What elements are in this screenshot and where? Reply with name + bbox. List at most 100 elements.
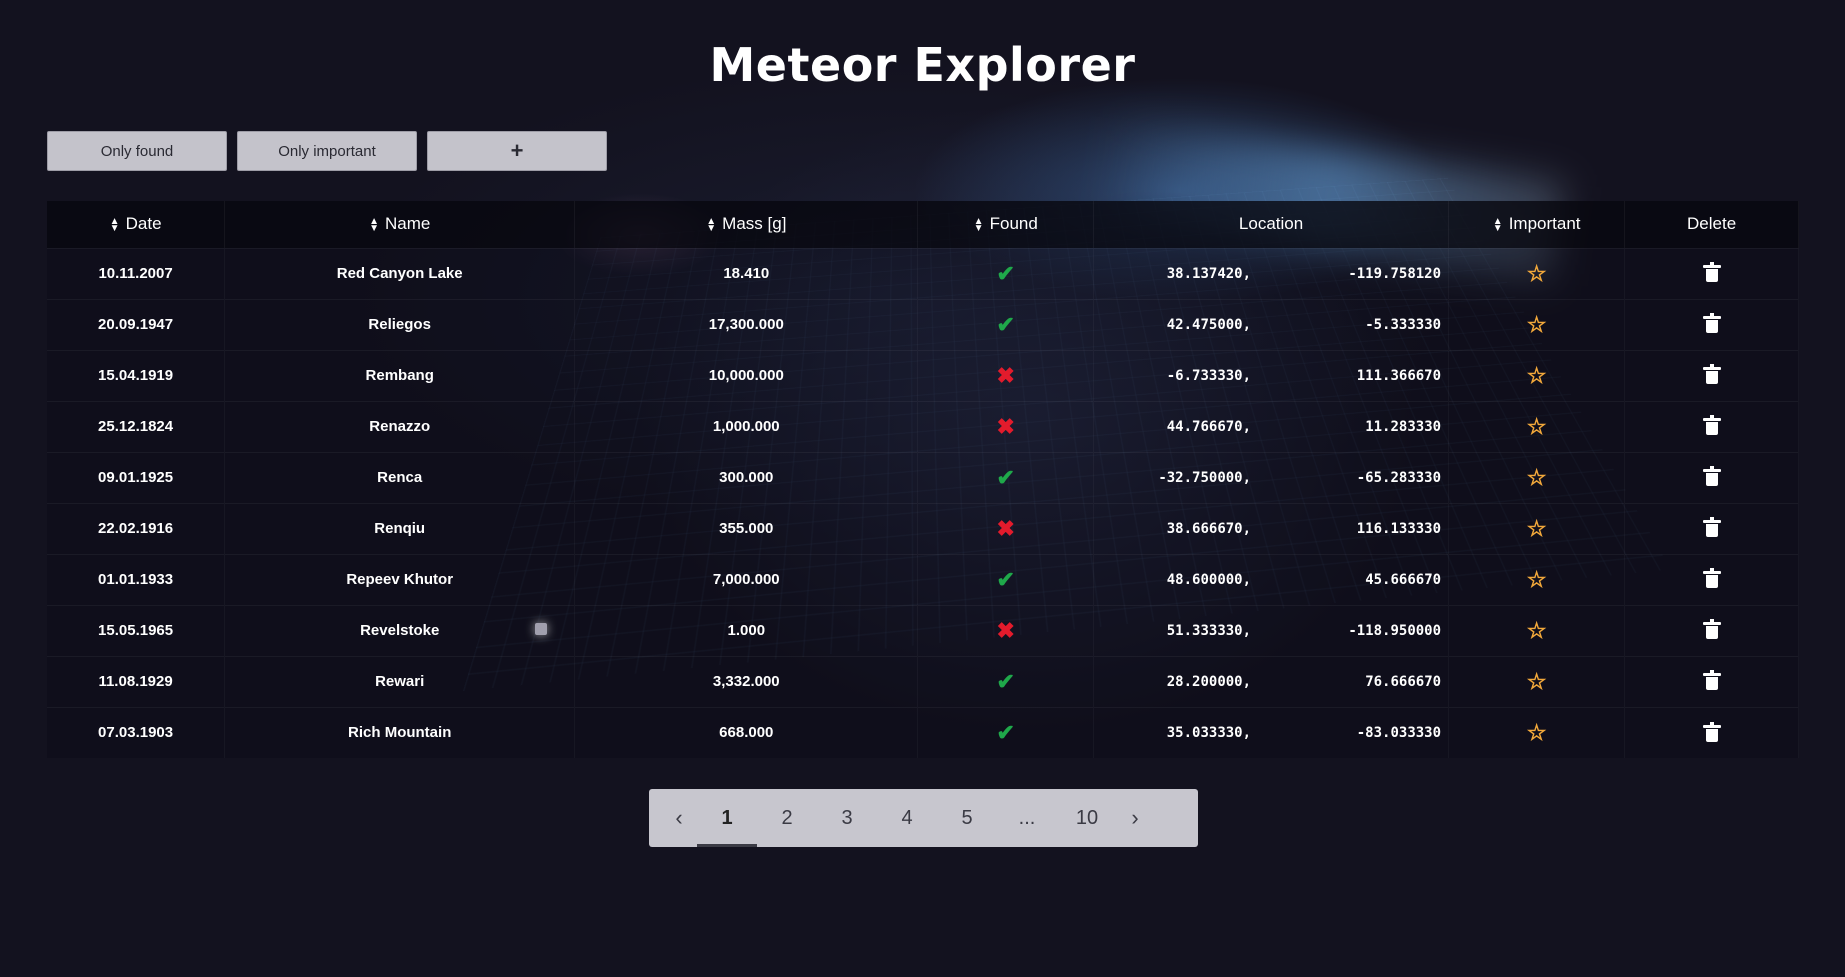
cross-icon: ✖ bbox=[996, 618, 1014, 643]
sort-icon: ▲ ▼ bbox=[706, 218, 716, 232]
page-3[interactable]: 3 bbox=[817, 789, 877, 847]
column-important[interactable]: ▲ ▼ Important bbox=[1449, 201, 1625, 248]
column-date[interactable]: ▲ ▼ Date bbox=[47, 201, 225, 248]
longitude: 11.283330 bbox=[1251, 419, 1441, 435]
cell-important: ☆ bbox=[1449, 452, 1625, 503]
page-5[interactable]: 5 bbox=[937, 789, 997, 847]
longitude: -65.283330 bbox=[1251, 470, 1441, 486]
cell-name: Reliegos bbox=[225, 299, 575, 350]
latitude: 48.600000, bbox=[1101, 572, 1251, 588]
star-outline-icon[interactable]: ☆ bbox=[1527, 567, 1547, 592]
latitude: 28.200000, bbox=[1101, 674, 1251, 690]
trash-icon[interactable] bbox=[1705, 725, 1719, 742]
cell-name: Rewari bbox=[225, 656, 575, 707]
star-outline-icon[interactable]: ☆ bbox=[1527, 414, 1547, 439]
table-row: 15.04.1919 Rembang 10,000.000 ✖ -6.733330, 11… bbox=[47, 350, 1799, 401]
trash-icon[interactable] bbox=[1705, 469, 1719, 486]
trash-icon[interactable] bbox=[1705, 265, 1719, 282]
cell-found: ✔ bbox=[918, 248, 1094, 299]
column-location: Location bbox=[1094, 201, 1449, 248]
cell-important: ☆ bbox=[1449, 350, 1625, 401]
latitude: 35.033330, bbox=[1101, 725, 1251, 741]
cell-mass: 300.000 bbox=[575, 452, 918, 503]
cell-important: ☆ bbox=[1449, 401, 1625, 452]
page-title: Meteor Explorer bbox=[0, 38, 1845, 92]
star-outline-icon[interactable]: ☆ bbox=[1527, 312, 1547, 337]
trash-icon[interactable] bbox=[1705, 316, 1719, 333]
add-button[interactable]: + bbox=[427, 131, 607, 171]
longitude: -118.950000 bbox=[1251, 623, 1441, 639]
pagination: ‹ 1 2 3 4 5 ... 10 › bbox=[649, 789, 1198, 847]
cell-location: 38.137420, -119.758120 bbox=[1094, 248, 1449, 299]
column-name[interactable]: ▲ ▼ Name bbox=[225, 201, 575, 248]
table-row: 01.01.1933 Repeev Khutor 7,000.000 ✔ 48.6000… bbox=[47, 554, 1799, 605]
trash-icon[interactable] bbox=[1705, 673, 1719, 690]
cell-date: 15.05.1965 bbox=[47, 605, 225, 656]
trash-icon[interactable] bbox=[1705, 520, 1719, 537]
longitude: 76.666670 bbox=[1251, 674, 1441, 690]
check-icon: ✔ bbox=[996, 669, 1014, 694]
latitude: -32.750000, bbox=[1101, 470, 1251, 486]
table-row: 15.05.1965 Revelstoke 1.000 ✖ 51.333330, -118… bbox=[47, 605, 1799, 656]
cell-location: 38.666670, 116.133330 bbox=[1094, 503, 1449, 554]
cell-name: Repeev Khutor bbox=[225, 554, 575, 605]
check-icon: ✔ bbox=[996, 312, 1014, 337]
table-row: 09.01.1925 Renca 300.000 ✔ -32.750000, -65.28… bbox=[47, 452, 1799, 503]
longitude: -83.033330 bbox=[1251, 725, 1441, 741]
cell-delete bbox=[1625, 248, 1799, 299]
column-found[interactable]: ▲ ▼ Found bbox=[918, 201, 1094, 248]
star-outline-icon[interactable]: ☆ bbox=[1527, 465, 1547, 490]
cross-icon: ✖ bbox=[996, 516, 1014, 541]
cell-delete bbox=[1625, 503, 1799, 554]
star-outline-icon[interactable]: ☆ bbox=[1527, 669, 1547, 694]
trash-icon[interactable] bbox=[1705, 418, 1719, 435]
sort-icon: ▲ ▼ bbox=[369, 218, 379, 232]
table-row: 10.11.2007 Red Canyon Lake 18.410 ✔ 38.13742… bbox=[47, 248, 1799, 299]
cell-date: 11.08.1929 bbox=[47, 656, 225, 707]
cell-date: 22.02.1916 bbox=[47, 503, 225, 554]
only-found-button[interactable]: Only found bbox=[47, 131, 227, 171]
star-outline-icon[interactable]: ☆ bbox=[1527, 618, 1547, 643]
sort-icon: ▲ ▼ bbox=[1493, 218, 1503, 232]
trash-icon[interactable] bbox=[1705, 367, 1719, 384]
check-icon: ✔ bbox=[996, 720, 1014, 745]
cell-name: Renqiu bbox=[225, 503, 575, 554]
column-delete: Delete bbox=[1625, 201, 1799, 248]
cell-mass: 18.410 bbox=[575, 248, 918, 299]
cell-name: Renazzo bbox=[225, 401, 575, 452]
star-outline-icon[interactable]: ☆ bbox=[1527, 363, 1547, 388]
latitude: 38.137420, bbox=[1101, 266, 1251, 282]
cell-name: Red Canyon Lake bbox=[225, 248, 575, 299]
star-outline-icon[interactable]: ☆ bbox=[1527, 516, 1547, 541]
cell-mass: 1.000 bbox=[575, 605, 918, 656]
cell-date: 10.11.2007 bbox=[47, 248, 225, 299]
page-10[interactable]: 10 bbox=[1057, 789, 1117, 847]
cell-delete bbox=[1625, 656, 1799, 707]
star-outline-icon[interactable]: ☆ bbox=[1527, 261, 1547, 286]
only-important-button[interactable]: Only important bbox=[237, 131, 417, 171]
longitude: 111.366670 bbox=[1251, 368, 1441, 384]
star-outline-icon[interactable]: ☆ bbox=[1527, 720, 1547, 745]
cell-date: 25.12.1824 bbox=[47, 401, 225, 452]
column-mass[interactable]: ▲ ▼ Mass [g] bbox=[575, 201, 918, 248]
cell-important: ☆ bbox=[1449, 554, 1625, 605]
cell-important: ☆ bbox=[1449, 503, 1625, 554]
page-4[interactable]: 4 bbox=[877, 789, 937, 847]
latitude: 44.766670, bbox=[1101, 419, 1251, 435]
page-ellipsis: ... bbox=[997, 789, 1057, 847]
trash-icon[interactable] bbox=[1705, 622, 1719, 639]
next-page-icon[interactable]: › bbox=[1117, 789, 1153, 847]
page-2[interactable]: 2 bbox=[757, 789, 817, 847]
cell-found: ✔ bbox=[918, 554, 1094, 605]
prev-page-icon[interactable]: ‹ bbox=[661, 789, 697, 847]
cell-date: 01.01.1933 bbox=[47, 554, 225, 605]
cell-found: ✔ bbox=[918, 656, 1094, 707]
page-1[interactable]: 1 bbox=[697, 789, 757, 847]
sort-icon: ▲ ▼ bbox=[110, 218, 120, 232]
cell-location: 48.600000, 45.666670 bbox=[1094, 554, 1449, 605]
cell-found: ✖ bbox=[918, 401, 1094, 452]
toolbar: Only found Only important + bbox=[47, 131, 607, 171]
cell-delete bbox=[1625, 350, 1799, 401]
trash-icon[interactable] bbox=[1705, 571, 1719, 588]
longitude: 116.133330 bbox=[1251, 521, 1441, 537]
